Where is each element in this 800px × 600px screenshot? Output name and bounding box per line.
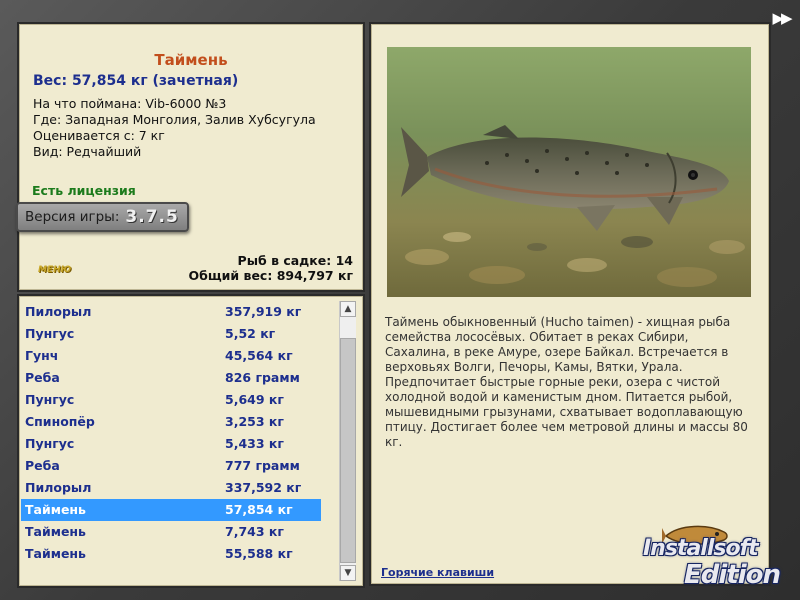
catch-fish-name: Пунгус [25,436,75,451]
catch-fish-weight: 57,854 кг [225,502,293,517]
watermark-line-2: Edition [684,560,781,590]
menu-button[interactable]: МЕНЮ [38,265,71,275]
fast-forward-icon[interactable]: ▶▶ [768,9,794,27]
keep-net-count: Рыб в садке: 14 [237,253,353,268]
catch-fish-name: Реба [25,370,60,385]
catch-fish-weight: 826 грамм [225,370,300,385]
catch-fish-weight: 55,588 кг [225,546,293,561]
catch-list-row[interactable]: Таймень 55,588 кг [21,543,321,565]
catch-fish-name: Таймень [25,502,86,517]
catch-fish-weight: 45,564 кг [225,348,293,363]
catch-fish-weight: 5,433 кг [225,436,284,451]
catch-list-row[interactable]: Таймень 7,743 кг [21,521,321,543]
catch-fish-name: Пилорыл [25,480,92,495]
catch-location: Где: Западная Монголия, Залив Хубсугула [33,112,316,127]
catch-list-row[interactable]: Гунч 45,564 кг [21,345,321,367]
scroll-thumb[interactable] [340,338,356,563]
catch-fish-weight: 3,253 кг [225,414,284,429]
catch-list-row[interactable]: Пунгус 5,433 кг [21,433,321,455]
catch-fish-name: Таймень [25,524,86,539]
game-window: ▶▶ Таймень Вес: 57,854 кг (зачетная) На … [0,0,800,600]
species-rarity: Вид: Редчайший [33,144,142,159]
catch-list-row[interactable]: Спинопёр 3,253 кг [21,411,321,433]
caught-on: На что поймана: Vib-6000 №3 [33,96,227,111]
fish-weight: Вес: 57,854 кг (зачетная) [33,73,239,89]
fish-description: Таймень обыкновенный (Hucho taimen) - хи… [385,315,748,449]
fish-photo [387,47,751,297]
scroll-down-arrow-icon[interactable]: ▼ [340,565,356,581]
fish-details-panel: Таймень обыкновенный (Hucho taimen) - хи… [369,22,771,586]
catch-fish-name: Таймень [25,546,86,561]
watermark-line-1: Installsoft [643,536,759,561]
catch-fish-weight: 777 грамм [225,458,300,473]
catch-list-row[interactable]: Реба 826 грамм [21,367,321,389]
fish-info-panel: Таймень Вес: 57,854 кг (зачетная) На что… [16,22,365,292]
version-label: Версия игры: [25,209,120,225]
license-status: Есть лицензия [32,183,136,198]
catch-list-panel: Пилорыл 357,919 кг Пунгус 5,52 кг Гунч 45,564… [17,294,365,588]
catch-fish-weight: 7,743 кг [225,524,284,539]
catch-fish-name: Пилорыл [25,304,92,319]
scroll-up-arrow-icon[interactable]: ▲ [340,301,356,317]
catch-list-row[interactable]: Пунгус 5,52 кг [21,323,321,345]
catch-fish-weight: 5,649 кг [225,392,284,407]
catch-list-row[interactable]: Таймень 57,854 кг [21,499,321,521]
version-badge: Версия игры: 3.7.5 [16,202,189,232]
catch-fish-weight: 357,919 кг [225,304,302,319]
catch-fish-name: Пунгус [25,326,75,341]
catch-list-row[interactable]: Пилорыл 337,592 кг [21,477,321,499]
catch-fish-weight: 5,52 кг [225,326,276,341]
catch-fish-name: Реба [25,458,60,473]
catch-fish-name: Пунгус [25,392,75,407]
keep-net-total-weight: Общий вес: 894,797 кг [188,268,354,283]
scrollbar[interactable]: ▲ ▼ [339,301,356,581]
version-number: 3.7.5 [125,207,179,227]
valued-from: Оценивается с: 7 кг [33,128,165,143]
hotkeys-link[interactable]: Горячие клавиши [381,566,494,579]
catch-fish-name: Спинопёр [25,414,95,429]
installsoft-watermark: Installsoft Edition [640,520,800,600]
catch-list-row[interactable]: Пилорыл 357,919 кг [21,301,321,323]
catch-fish-weight: 337,592 кг [225,480,302,495]
fish-name: Таймень [154,51,228,69]
catch-list-row[interactable]: Пунгус 5,649 кг [21,389,321,411]
catch-fish-name: Гунч [25,348,59,363]
catch-list: Пилорыл 357,919 кг Пунгус 5,52 кг Гунч 45,564… [21,301,321,565]
catch-list-row[interactable]: Реба 777 грамм [21,455,321,477]
